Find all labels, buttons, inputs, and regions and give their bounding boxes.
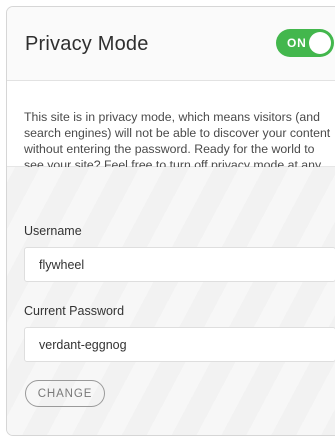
credentials-form: Username Current Password CHANGE (7, 167, 335, 435)
card-header: Privacy Mode ON (7, 7, 335, 81)
privacy-mode-toggle[interactable]: ON (276, 29, 334, 57)
username-label: Username (24, 224, 82, 238)
toggle-state-label: ON (287, 36, 307, 50)
username-field[interactable] (24, 247, 335, 282)
page-title: Privacy Mode (25, 33, 149, 55)
password-field[interactable] (24, 327, 335, 362)
toggle-knob (309, 32, 331, 54)
privacy-mode-card: Privacy Mode ON This site is in privacy … (6, 6, 335, 436)
description-section: This site is in privacy mode, which mean… (7, 81, 335, 188)
change-button[interactable]: CHANGE (25, 380, 105, 407)
password-label: Current Password (24, 304, 125, 318)
